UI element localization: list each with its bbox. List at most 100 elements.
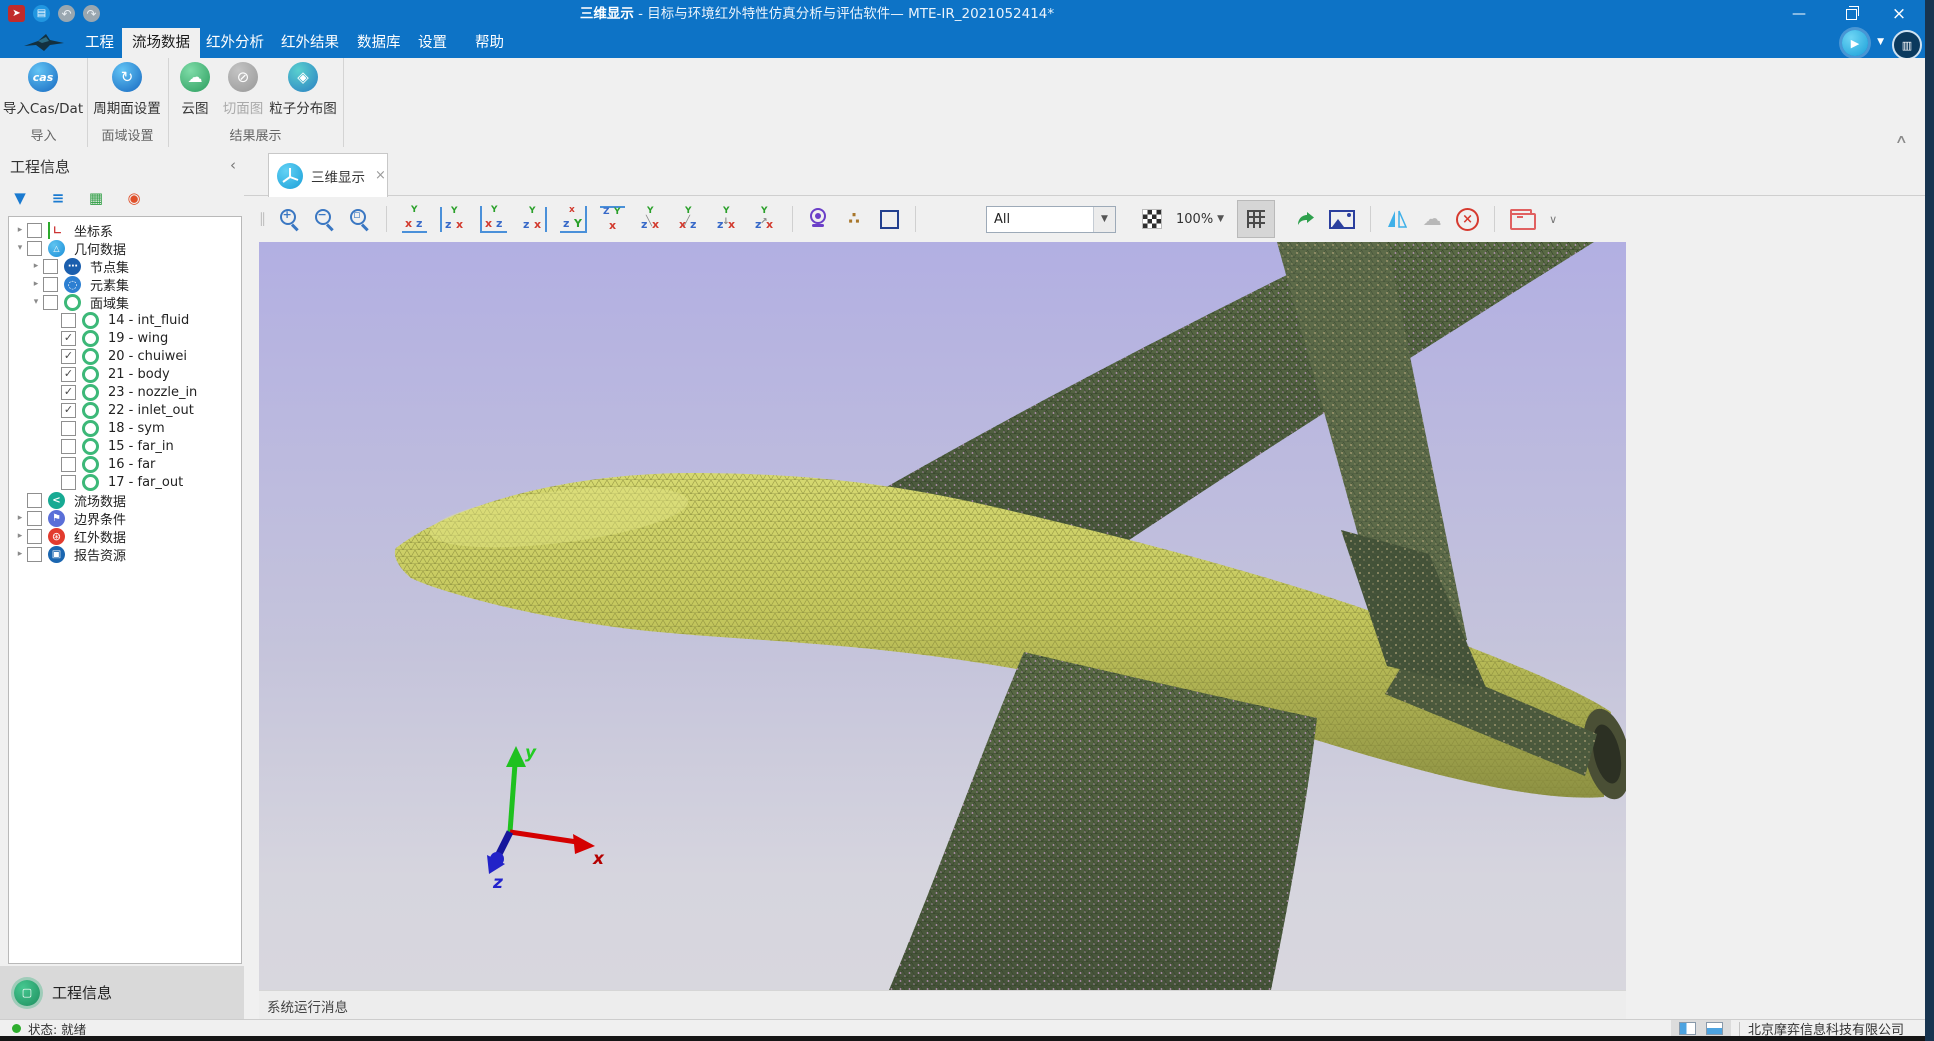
toolbar-drag-handle[interactable]: ∥ [259,211,266,227]
tree-item[interactable]: ▸ ⊛ 红外数据 [9,527,241,545]
zoom-out-icon[interactable]: − [314,208,336,230]
manual-icon[interactable]: ▥ [1892,30,1922,60]
combo-caret-icon[interactable]: ▼ [1093,207,1115,232]
view-front-icon[interactable]: Yxz [402,206,427,233]
clear-scene-icon[interactable]: × [1456,206,1479,232]
tree-checkbox[interactable] [61,475,76,490]
tree-item[interactable]: ✓ 22 - inlet_out [9,401,241,419]
tree-checkbox[interactable] [27,241,42,256]
rotate-iso-4-icon[interactable]: Y↗zx [752,207,777,232]
tree-checkbox[interactable]: ✓ [61,403,76,418]
cloud-compare-icon[interactable]: ☁ [1421,206,1443,232]
zoom-in-icon[interactable]: + [279,208,301,230]
tree-checkbox[interactable] [27,493,42,508]
menu-item-ir-results[interactable]: 红外结果 [271,28,349,58]
restore-button[interactable] [1828,0,1874,28]
tree-expander-icon[interactable]: ▸ [13,531,27,541]
dropdown-caret-icon[interactable]: ▼ [1877,37,1884,47]
tree-item[interactable]: ✓ 23 - nozzle_in [9,383,241,401]
menu-item-flow-data[interactable]: 流场数据 [122,28,200,58]
tree-expander-icon[interactable]: ▸ [13,225,27,235]
tree-expander-icon[interactable]: ▸ [29,261,43,271]
panel-collapse-icon[interactable]: ‹ [230,156,236,174]
tree-item[interactable]: ▸ ▣ 报告资源 [9,545,241,563]
snapshot-icon[interactable] [1329,210,1355,229]
zoom-fit-icon[interactable]: ▫ [349,208,371,230]
grid-toggle-button[interactable] [1237,200,1275,238]
tree-item[interactable]: 16 - far [9,455,241,473]
quick-view-icon[interactable]: ▶ [1842,30,1868,56]
tree-item[interactable]: ▾ △ 几何数据 [9,239,241,257]
tree-item[interactable]: < 流场数据 [9,491,241,509]
tree-checkbox[interactable] [27,511,42,526]
layout-left-panel-icon[interactable] [1679,1022,1696,1035]
tree-checkbox[interactable] [43,259,58,274]
tab-3d-display[interactable]: 三维显示 × [268,153,388,197]
tree-expander-icon[interactable]: ▾ [29,297,43,307]
tree-checkbox[interactable]: ✓ [61,367,76,382]
tree-expander-icon[interactable]: ▸ [13,549,27,559]
tree-item[interactable]: ▸ ⚑ 边界条件 [9,509,241,527]
project-info-bottom-tab[interactable]: ▢ 工程信息 [0,966,244,1019]
menu-item-project[interactable]: 工程 [75,28,124,58]
tree-checkbox[interactable]: ✓ [61,385,76,400]
export-arrow-icon[interactable] [1294,206,1316,232]
tree-item[interactable]: 17 - far_out [9,473,241,491]
box-select-icon[interactable] [878,206,900,232]
tree-item[interactable]: 14 - int_fluid [9,311,241,329]
view-top-icon[interactable]: xzY [560,206,587,233]
list-settings-icon[interactable]: ≡ [46,186,70,210]
rotate-iso-1-icon[interactable]: Y╲zx [638,207,663,232]
tree-checkbox[interactable] [27,223,42,238]
tree-item[interactable]: ✓ 20 - chuiwei [9,347,241,365]
tree-checkbox[interactable]: ✓ [61,349,76,364]
transparency-icon[interactable] [1141,206,1163,232]
filter-icon[interactable]: ▼ [8,186,32,210]
tree-checkbox[interactable] [43,277,58,292]
rotate-iso-2-icon[interactable]: Y╱xz [676,207,701,232]
view-back-icon[interactable]: Yzx [440,207,467,232]
tree-expander-icon[interactable]: ▾ [13,243,27,253]
tree-checkbox[interactable]: ✓ [61,331,76,346]
tree-item[interactable]: ✓ 19 - wing [9,329,241,347]
tree-item[interactable]: ✓ 21 - body [9,365,241,383]
grid-view-icon[interactable]: ▦ [84,186,108,210]
tree-checkbox[interactable] [61,439,76,454]
view-left-icon[interactable]: Yxz [480,206,507,233]
tree-checkbox[interactable] [61,421,76,436]
tree-checkbox[interactable] [27,547,42,562]
tree-item[interactable]: 15 - far_in [9,437,241,455]
tree-checkbox[interactable] [61,457,76,472]
tree-checkbox[interactable] [61,313,76,328]
tree-item[interactable]: ▸ ⋯ 节点集 [9,257,241,275]
display-filter-select[interactable]: All ▼ [986,206,1116,233]
more-caret-icon[interactable]: ∨ [1549,213,1557,226]
tree-checkbox[interactable] [43,295,58,310]
tree-item[interactable]: 18 - sym [9,419,241,437]
menu-item-settings[interactable]: 设置 [408,28,457,58]
menu-item-database[interactable]: 数据库 [347,28,411,58]
mirror-icon[interactable] [1386,206,1408,232]
zoom-level-dropdown[interactable]: 100%▼ [1176,212,1224,227]
viewport-3d[interactable]: y x z [259,242,1626,990]
perspective-camera-icon[interactable] [808,207,830,231]
tree-expander-icon[interactable]: ▸ [13,513,27,523]
minimize-button[interactable]: — [1776,0,1822,28]
ribbon-collapse-icon[interactable]: ∧ [1895,132,1908,146]
menu-item-ir-analysis[interactable]: 红外分析 [196,28,274,58]
view-right-icon[interactable]: Yzx [520,207,547,232]
view-bottom-icon[interactable]: ZYx [600,206,625,233]
tab-close-icon[interactable]: × [375,168,386,183]
save-view-icon[interactable] [1510,213,1536,230]
rotate-iso-3-icon[interactable]: Y↓zx [714,207,739,232]
particle-trace-icon[interactable]: ∴ [843,206,865,232]
close-button[interactable]: × [1876,0,1922,28]
tree-item[interactable]: ▸ ◌ 元素集 [9,275,241,293]
particle-distribution-button[interactable]: ◈ 粒子分布图 [261,62,345,117]
tree-expander-icon[interactable]: ▸ [29,279,43,289]
target-icon[interactable]: ◉ [122,186,146,210]
layout-bottom-panel-icon[interactable] [1706,1022,1723,1035]
import-cas-dat-button[interactable]: cas 导入Cas/Dat [1,62,85,117]
tree-checkbox[interactable] [27,529,42,544]
tree-item[interactable]: ▾ 面域集 [9,293,241,311]
